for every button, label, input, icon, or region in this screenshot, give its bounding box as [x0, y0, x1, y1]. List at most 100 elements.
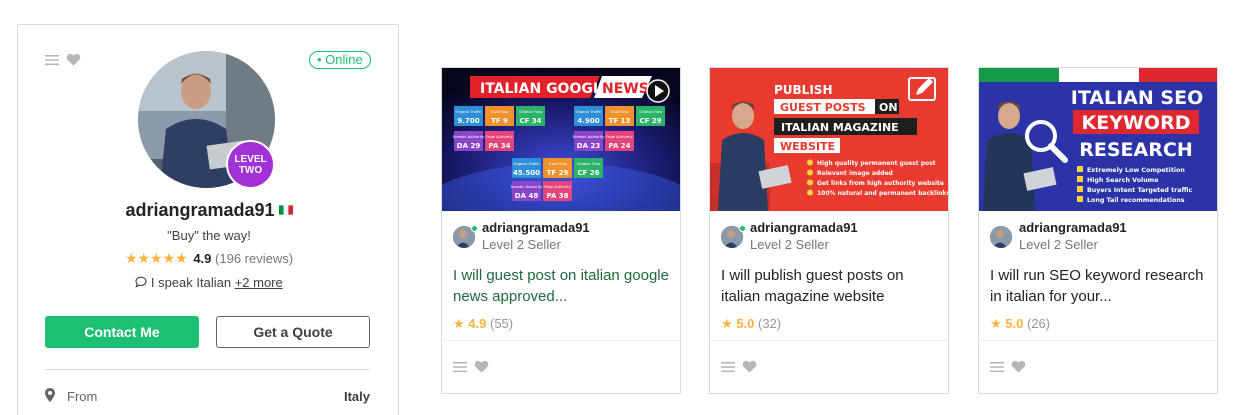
metric-value: TF 29 — [547, 169, 569, 177]
seller-online-dot — [739, 225, 746, 232]
bullet-text: Buyers Intent Targeted traffic — [1087, 187, 1192, 194]
metric-value: CF 29 — [639, 117, 661, 125]
heart-icon[interactable] — [742, 359, 757, 374]
check-icon — [1077, 196, 1083, 202]
seller-languages: I speak Italian +2 more — [18, 275, 400, 290]
gig-thumbnail-guest-posts[interactable]: PUBLISH GUEST POSTS ON ITALIAN MAGAZINE … — [710, 68, 948, 211]
metric-value: 9.700 — [457, 117, 479, 125]
check-icon — [807, 159, 813, 166]
thumb-line2b: ON — [879, 101, 898, 114]
check-icon — [807, 179, 813, 186]
check-icon — [1077, 176, 1083, 182]
rating-score: 4.9 — [193, 251, 212, 266]
check-icon — [1077, 166, 1083, 172]
review-count: (196 reviews) — [215, 251, 294, 266]
italy-flag-icon — [278, 205, 293, 215]
bullet-text: Long Tail recommendations — [1087, 197, 1185, 204]
gig-seller-avatar[interactable] — [990, 226, 1012, 248]
divider — [45, 369, 370, 370]
contact-me-button[interactable]: Contact Me — [45, 316, 199, 348]
gig-title-link[interactable]: I will publish guest posts on italian ma… — [721, 265, 939, 307]
gig-rating-count: (55) — [489, 316, 514, 331]
metric-value: TF 9 — [491, 117, 508, 125]
check-icon — [807, 169, 813, 176]
gig-rating-score: ★ 5.0 — [721, 316, 755, 331]
gig-card[interactable]: ITALIAN GOOGLE NEWS Organic Traffic 9.700… — [441, 67, 681, 394]
gig-seller-level: Level 2 Seller — [1019, 237, 1098, 252]
online-status-badge: • Online — [309, 51, 371, 69]
rating-stars-icon: ★★★★★ — [124, 250, 188, 266]
metric-label: Citation Flow — [639, 110, 662, 114]
thumb-line2: KEYWORD — [1082, 112, 1191, 134]
level-two-badge: LEVEL TWO — [226, 140, 275, 189]
metric-label: Domain Authority — [573, 135, 606, 139]
thumb-line1: ITALIAN SEO — [1071, 87, 1203, 109]
metric-label: Citation Flow — [519, 110, 542, 114]
bullet-text: Extremely Low Competition — [1087, 167, 1185, 174]
thumb-line3: ITALIAN MAGAZINE — [781, 121, 899, 134]
from-label: From — [67, 389, 98, 404]
metric-value: TF 13 — [609, 117, 631, 125]
gig-rating-count: (32) — [757, 316, 782, 331]
gig-thumbnail-google-news[interactable]: ITALIAN GOOGLE NEWS Organic Traffic 9.700… — [442, 68, 680, 211]
heart-icon[interactable] — [66, 52, 81, 67]
metric-value: CF 34 — [519, 117, 541, 125]
metric-label: Organic Traffic — [456, 110, 482, 114]
seller-profile-card: • Online LEVEL TWO adriangramada91 "Buy"… — [17, 24, 399, 415]
gig-seller-name[interactable]: adriangramada91 — [1019, 220, 1127, 235]
gig-rating-value: 5.0 — [736, 316, 755, 331]
seller-rating: ★★★★★ 4.9 (196 reviews) — [18, 250, 400, 267]
seller-username[interactable]: adriangramada91 — [18, 200, 400, 221]
metric-label: Trust Flow — [547, 162, 566, 166]
gig-card[interactable]: ITALIAN SEO KEYWORD RESEARCH Extremely L… — [978, 67, 1218, 394]
menu-icon[interactable] — [45, 53, 59, 67]
gig-rating-value: 4.9 — [468, 316, 487, 331]
metric-value: PA 38 — [546, 192, 568, 200]
thumb-line2a: GUEST POSTS — [780, 101, 866, 114]
bullet-text: High quality permanent guest post — [817, 160, 936, 167]
languages-text: I speak Italian — [150, 275, 235, 290]
divider — [442, 340, 680, 341]
gig-rating-score: ★ 5.0 — [990, 316, 1024, 331]
from-country: Italy — [343, 389, 370, 404]
gig-thumbnail-seo-keyword[interactable]: ITALIAN SEO KEYWORD RESEARCH Extremely L… — [979, 68, 1217, 211]
gig-title-link[interactable]: I will run SEO keyword research in itali… — [990, 265, 1208, 307]
metric-value: PA 34 — [488, 142, 510, 150]
heart-icon[interactable] — [1011, 359, 1026, 374]
metric-value: DA 48 — [515, 192, 539, 200]
metric-value: 45.500 — [513, 169, 540, 177]
gig-seller-name[interactable]: adriangramada91 — [750, 220, 858, 235]
gig-rating-count: (26) — [1026, 316, 1051, 331]
thumb-line1: PUBLISH — [774, 83, 832, 97]
menu-icon[interactable] — [453, 360, 467, 374]
gig-seller-level: Level 2 Seller — [482, 237, 561, 252]
gig-card[interactable]: PUBLISH GUEST POSTS ON ITALIAN MAGAZINE … — [709, 67, 949, 394]
gig-seller-level: Level 2 Seller — [750, 237, 829, 252]
bullet-text: Relevant image added — [817, 170, 893, 177]
thumb-headline-b: NEWS — [602, 81, 649, 97]
check-icon — [807, 189, 813, 196]
get-a-quote-button[interactable]: Get a Quote — [216, 316, 370, 348]
metric-label: Domain Authority — [453, 135, 486, 139]
metric-label: Organic Traffic — [514, 162, 540, 166]
gig-rating: ★ 4.9 (55) — [453, 316, 513, 332]
menu-icon[interactable] — [721, 360, 735, 374]
metric-value: PA 24 — [608, 142, 630, 150]
gig-rating: ★ 5.0 (32) — [721, 316, 781, 332]
check-icon — [1077, 186, 1083, 192]
languages-more-link[interactable]: +2 more — [235, 275, 283, 290]
heart-icon[interactable] — [474, 359, 489, 374]
metric-value: 4.900 — [577, 117, 599, 125]
level-badge-line1: LEVEL — [234, 153, 267, 165]
thumb-line3: RESEARCH — [1079, 139, 1192, 161]
username-text[interactable]: adriangramada91 — [125, 200, 274, 220]
gig-title-link[interactable]: I will guest post on italian google news… — [453, 265, 671, 307]
level-badge-line2: TWO — [238, 164, 263, 176]
gig-seller-name[interactable]: adriangramada91 — [482, 220, 590, 235]
metric-label: Page Authority — [486, 135, 513, 139]
divider — [979, 340, 1217, 341]
metric-label: Trust Flow — [489, 110, 508, 114]
gig-rating-score: ★ 4.9 — [453, 316, 487, 331]
menu-icon[interactable] — [990, 360, 1004, 374]
seller-tagline: "Buy" the way! — [167, 228, 251, 243]
